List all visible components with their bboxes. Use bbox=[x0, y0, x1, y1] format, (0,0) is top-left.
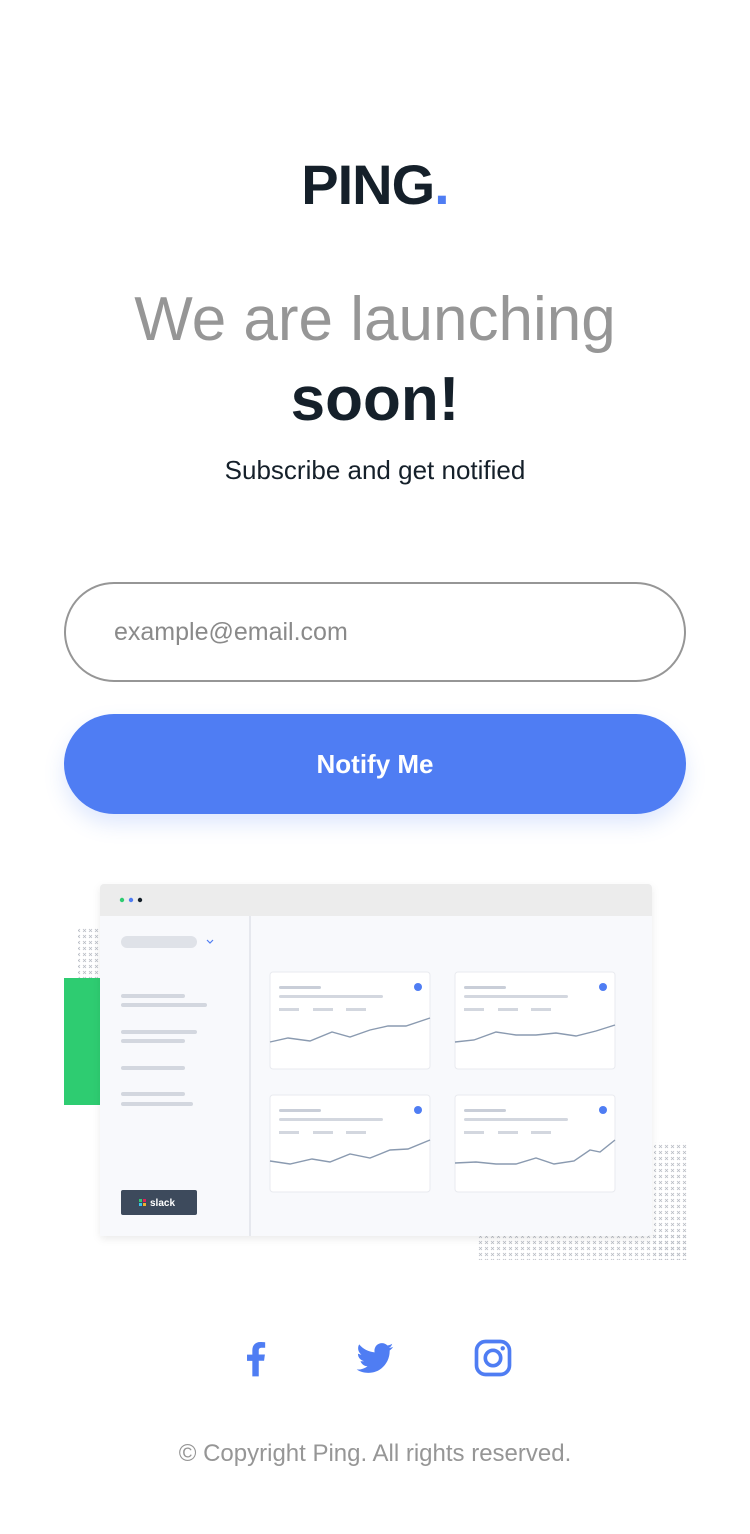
window-dot-green bbox=[119, 897, 125, 903]
facebook-icon bbox=[247, 1341, 266, 1377]
twitter-link[interactable] bbox=[353, 1336, 397, 1380]
brand-logo: PING. bbox=[0, 150, 750, 220]
copyright-text: © Copyright Ping. All rights reserved. bbox=[178, 1440, 572, 1467]
window-dot-dark bbox=[137, 897, 143, 903]
hero-line-1: We are launching bbox=[134, 285, 616, 354]
dashboard-illustration: slack bbox=[64, 884, 688, 1260]
chart-card-3 bbox=[269, 1094, 431, 1193]
hero-headline: We are launching soon! bbox=[0, 280, 750, 440]
notify-me-button[interactable]: Notify Me bbox=[64, 714, 686, 814]
app-sidebar bbox=[100, 916, 250, 1236]
green-accent-bar bbox=[64, 978, 102, 1105]
hero-line-2: soon! bbox=[290, 365, 460, 434]
chart-card-1 bbox=[269, 971, 431, 1070]
dot-pattern-bottom bbox=[478, 1234, 688, 1260]
chart-card-4 bbox=[454, 1094, 616, 1193]
hero-subtitle: Subscribe and get notified bbox=[224, 455, 526, 485]
instagram-icon bbox=[474, 1339, 512, 1377]
social-links bbox=[0, 1336, 750, 1380]
window-dot-blue bbox=[128, 897, 134, 903]
facebook-link[interactable] bbox=[234, 1336, 278, 1380]
email-input[interactable] bbox=[64, 582, 686, 682]
slack-badge-label: slack bbox=[150, 1198, 175, 1209]
instagram-link[interactable] bbox=[471, 1336, 515, 1380]
brand-name: PING bbox=[301, 153, 435, 216]
twitter-icon bbox=[356, 1343, 394, 1373]
brand-dot: . bbox=[434, 153, 450, 216]
chart-card-2 bbox=[454, 971, 616, 1070]
